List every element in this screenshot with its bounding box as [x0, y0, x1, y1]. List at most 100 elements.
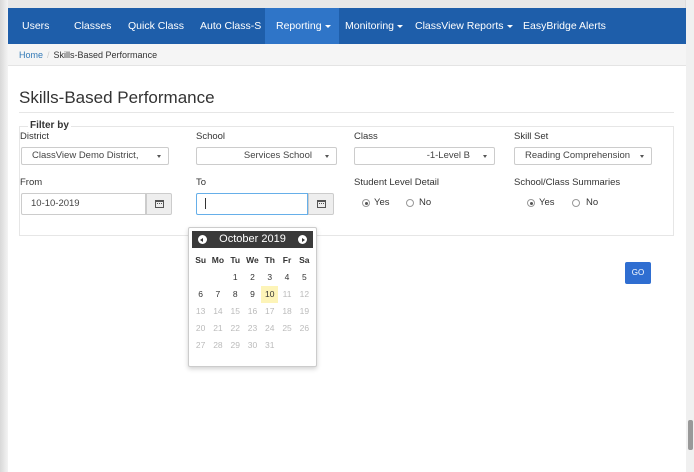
scrollbar-thumb[interactable]	[688, 420, 693, 450]
chevron-right-circle-icon[interactable]	[298, 235, 307, 244]
from-calendar-button[interactable]	[146, 193, 172, 215]
datepicker-calendar-grid: Su Mo Tu We Th Fr Sa 1 2 3 4 5 6 7 8 9 10 11 12 13 14 15 16 17…	[192, 252, 313, 354]
nav-easybridge-alerts[interactable]: EasyBridge Alerts	[517, 8, 612, 44]
calendar-day: 21	[213, 323, 223, 333]
calendar-empty-cell	[209, 269, 226, 286]
to-date-input[interactable]	[196, 193, 308, 215]
calendar-day[interactable]: 10	[261, 286, 279, 303]
weekday-header: We	[246, 255, 259, 265]
calendar-day: 23	[247, 323, 258, 333]
calendar-day[interactable]: 4	[278, 269, 295, 286]
from-label: From	[20, 177, 43, 188]
summaries-no-radio[interactable]	[572, 199, 580, 207]
page-title: Skills-Based Performance	[19, 88, 215, 107]
title-divider	[19, 112, 674, 113]
district-label: District	[20, 131, 50, 142]
calendar-icon	[155, 200, 164, 208]
skill-set-label: Skill Set	[514, 131, 549, 142]
calendar-week-row: 20 21 22 23 24 25 26	[192, 320, 313, 337]
calendar-day: 29	[230, 340, 240, 350]
class-label: Class	[354, 131, 378, 142]
student-level-no-label: No	[419, 197, 432, 208]
calendar-day: 18	[282, 306, 292, 316]
calendar-day: 25	[282, 323, 292, 333]
filter-legend: Filter by	[28, 120, 71, 131]
weekday-header: Sa	[299, 255, 310, 265]
to-calendar-button[interactable]	[308, 193, 334, 215]
calendar-day: 15	[230, 306, 240, 316]
summaries-yes-label: Yes	[539, 197, 555, 208]
nav-classes[interactable]: Classes	[68, 8, 117, 44]
calendar-day: 13	[195, 306, 206, 316]
nav-reporting[interactable]: Reporting	[265, 8, 339, 44]
chevron-down-icon	[324, 24, 331, 28]
nav-classview-reports[interactable]: ClassView Reports	[409, 8, 519, 44]
school-label: School	[196, 131, 226, 142]
calendar-week-row: 12345	[192, 269, 313, 286]
summaries-no-label: No	[586, 197, 599, 208]
vertical-scrollbar[interactable]	[685, 0, 694, 472]
calendar-day: 19	[299, 306, 310, 316]
calendar-empty-cell	[192, 269, 209, 286]
calendar-icon	[317, 200, 326, 208]
calendar-day: 30	[247, 340, 258, 350]
weekday-header: Su	[195, 255, 207, 265]
district-select[interactable]: ClassView Demo District,	[21, 147, 169, 165]
calendar-day[interactable]: 9	[244, 286, 261, 303]
calendar-day: 22	[230, 323, 240, 333]
nav-monitoring[interactable]: Monitoring	[339, 8, 409, 44]
calendar-day: 28	[213, 340, 223, 350]
calendar-week-row: 27 28 29 30 31	[192, 337, 313, 354]
calendar-day: 11	[282, 289, 292, 299]
calendar-week-row: 6 7 8 9 10 11 12	[192, 286, 313, 303]
calendar-day: 24	[265, 323, 275, 333]
calendar-day[interactable]: 6	[192, 286, 209, 303]
nav-auto-class[interactable]: Auto Class-S	[194, 8, 267, 44]
datepicker-month-title[interactable]: October 2019	[192, 231, 313, 248]
chevron-down-icon	[397, 24, 404, 28]
class-select[interactable]: -1-Level B	[354, 147, 495, 165]
calendar-day: 27	[195, 340, 206, 350]
datepicker-header: October 2019	[192, 231, 313, 248]
school-select[interactable]: Services School	[196, 147, 337, 165]
weekday-header: Tu	[230, 255, 241, 265]
calendar-day: 14	[213, 306, 223, 316]
skill-set-select[interactable]: Reading Comprehension	[514, 147, 652, 165]
chevron-down-icon	[640, 155, 644, 158]
summaries-yes-radio[interactable]	[527, 199, 535, 207]
go-button[interactable]: GO	[625, 262, 651, 284]
calendar-empty-cell	[278, 337, 295, 354]
calendar-day: 17	[265, 306, 275, 316]
filter-panel: Filter by District ClassView Demo Distri…	[19, 120, 674, 236]
calendar-week-row: 13 14 15 16 17 18 19	[192, 303, 313, 320]
summaries-label: School/Class Summaries	[514, 177, 621, 188]
weekday-header: Mo	[211, 255, 225, 265]
nav-quick-class[interactable]: Quick Class	[122, 8, 190, 44]
calendar-day[interactable]: 7	[209, 286, 226, 303]
calendar-day[interactable]: 2	[244, 269, 261, 286]
weekday-header: Fr	[282, 255, 292, 265]
datepicker-popup: October 2019 Su Mo Tu We Th Fr Sa 1 2 3 4 5 6 7 8 9 10 1…	[188, 227, 317, 367]
calendar-day[interactable]: 3	[261, 269, 278, 286]
breadcrumb-home-link[interactable]: Home	[19, 50, 43, 60]
from-date-input[interactable]: 10-10-2019	[21, 193, 146, 215]
student-level-no-radio[interactable]	[406, 199, 414, 207]
nav-users[interactable]: Users	[16, 8, 55, 44]
calendar-day[interactable]: 1	[227, 269, 244, 286]
calendar-day: 31	[265, 340, 275, 350]
student-level-yes-radio[interactable]	[362, 199, 370, 207]
weekday-header: Th	[264, 255, 275, 265]
chevron-down-icon	[506, 24, 513, 28]
calendar-day[interactable]: 8	[227, 286, 244, 303]
calendar-day: 12	[299, 289, 310, 299]
student-level-yes-label: Yes	[374, 197, 390, 208]
chevron-down-icon	[157, 155, 161, 158]
calendar-day: 16	[247, 306, 258, 316]
calendar-day: 26	[299, 323, 310, 333]
window-left-edge	[0, 0, 8, 472]
calendar-empty-cell	[296, 337, 313, 354]
calendar-day: 20	[195, 323, 206, 333]
breadcrumb-separator: /	[47, 50, 50, 60]
chevron-down-icon	[325, 155, 329, 158]
calendar-day[interactable]: 5	[296, 269, 313, 286]
